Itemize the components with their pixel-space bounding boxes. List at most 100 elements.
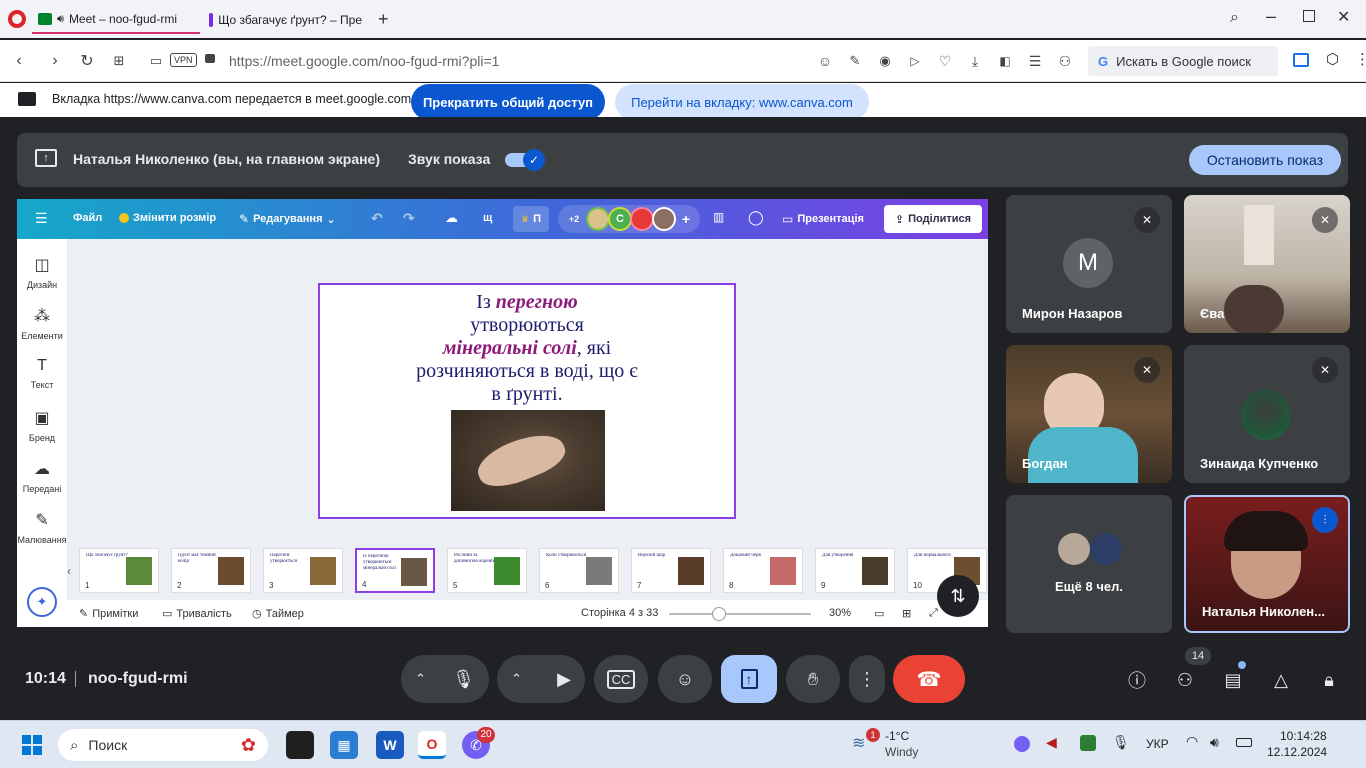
canva-edit-button[interactable]: ✎ Редагування ⌄ bbox=[239, 212, 336, 226]
present-now-button[interactable]: ↑ bbox=[721, 655, 777, 703]
volume-red-icon[interactable]: ◀ bbox=[1046, 734, 1057, 751]
share-button[interactable]: ⇪ Поділитися bbox=[884, 205, 982, 233]
reload-icon[interactable]: ↻ bbox=[76, 50, 98, 72]
camera-video-icon[interactable]: ▶︎ bbox=[557, 669, 571, 690]
people-icon[interactable]: ⚇ bbox=[1172, 667, 1198, 693]
slide-thumbnail[interactable]: Коли створюються 6 bbox=[539, 548, 619, 593]
reactions-button[interactable]: ☺ bbox=[658, 655, 712, 703]
language-indicator[interactable]: УКР bbox=[1146, 737, 1169, 751]
fullscreen-icon[interactable]: ⤢ bbox=[929, 607, 938, 620]
collaborators-group[interactable]: +2 C + bbox=[558, 205, 700, 233]
more-options-button[interactable]: ⋮ bbox=[849, 655, 885, 703]
sidebar-item-design[interactable]: ◫ Дизайн bbox=[17, 255, 67, 290]
canva-pro-button[interactable]: ♛ П bbox=[513, 206, 549, 232]
close-window-button[interactable]: ✕ bbox=[1337, 7, 1350, 27]
profile-icon[interactable]: ⚇ bbox=[1054, 50, 1076, 72]
go-to-tab-button[interactable]: Перейти на вкладку: www.canva.com bbox=[615, 84, 869, 120]
video-options-button[interactable]: ⌃ ▶︎ bbox=[497, 655, 585, 703]
restore-button[interactable] bbox=[1303, 10, 1315, 22]
cloud-sync-icon[interactable]: ☁ bbox=[445, 210, 458, 226]
present-button[interactable]: ▭ Презентація bbox=[782, 212, 864, 226]
sidebar-item-brand[interactable]: ▣ Бренд bbox=[17, 408, 67, 443]
slide-thumbnail[interactable]: Перегній утворюється 3 bbox=[263, 548, 343, 593]
slide-thumbnail[interactable]: Рослини за допомогою коренів 5 bbox=[447, 548, 527, 593]
sidebar-item-elements[interactable]: ⁂ Елементи bbox=[17, 306, 67, 341]
windows-start-icon[interactable] bbox=[22, 735, 42, 755]
captions-button[interactable]: CC bbox=[594, 655, 648, 703]
notes-button[interactable]: ✎ Примітки bbox=[79, 607, 138, 621]
participant-tile[interactable]: ✕ Богдан bbox=[1006, 345, 1172, 483]
battery-icon[interactable] bbox=[1236, 738, 1252, 747]
url-field[interactable]: https://meet.google.com/noo-fgud-rmi?pli… bbox=[229, 53, 499, 69]
lock-icon[interactable] bbox=[205, 54, 215, 63]
camera-icon[interactable]: ▭ bbox=[145, 50, 167, 72]
host-controls-icon[interactable]: 🔒︎ bbox=[1316, 667, 1342, 693]
battery-saver-icon[interactable]: ◧ bbox=[994, 50, 1016, 72]
defender-icon[interactable] bbox=[1080, 735, 1096, 751]
sidebar-item-text[interactable]: T Текст bbox=[17, 357, 67, 390]
page-view-icon[interactable]: ▭ bbox=[874, 607, 884, 620]
canva-resize-button[interactable]: Змінити розмір bbox=[119, 212, 216, 224]
taskbar-search[interactable]: ⌕ Поиск ✿ bbox=[58, 729, 268, 761]
zoom-slider[interactable] bbox=[669, 607, 811, 621]
send-icon[interactable]: ▷ bbox=[904, 50, 926, 72]
slide-thumbnail[interactable]: Ґрунт має темний колір 2 bbox=[171, 548, 251, 593]
minimize-button[interactable]: – bbox=[1266, 6, 1276, 27]
presentation-sound-toggle[interactable]: ✓ bbox=[505, 149, 545, 171]
sidebar-item-draw[interactable]: ✎ Малювання bbox=[17, 510, 67, 545]
canva-menu-icon[interactable]: ☰ bbox=[35, 210, 48, 227]
search-tabs-icon[interactable]: ⌕ bbox=[1230, 9, 1239, 27]
scroll-left-icon[interactable]: ‹ bbox=[67, 564, 71, 578]
undo-icon[interactable]: ↶ bbox=[371, 210, 383, 227]
insights-icon[interactable]: ▥ bbox=[713, 210, 724, 224]
back-icon[interactable]: ‹ bbox=[8, 50, 30, 72]
word-icon[interactable]: W bbox=[376, 731, 404, 759]
activities-icon[interactable]: △ bbox=[1268, 667, 1294, 693]
forward-icon[interactable]: › bbox=[44, 50, 66, 72]
sidebar-item-uploads[interactable]: ☁ Передані bbox=[17, 459, 67, 494]
menu-dots-icon[interactable]: ⋮ bbox=[1355, 50, 1366, 68]
new-tab-button[interactable]: + bbox=[378, 9, 389, 30]
audio-options-button[interactable]: ⌃ 🎙︎ bbox=[401, 655, 489, 703]
stop-sharing-button[interactable]: Прекратить общий доступ bbox=[411, 84, 605, 120]
slide-thumbnail[interactable]: Що збагачує ґрунт? 1 bbox=[79, 548, 159, 593]
extensions-icon[interactable] bbox=[1293, 53, 1309, 67]
tab-canva[interactable]: Що збагачує ґрунт? – Пре bbox=[203, 6, 368, 34]
emoji-icon[interactable]: ☺ bbox=[814, 50, 836, 72]
speaker-icon[interactable]: 🔊︎ bbox=[57, 13, 64, 26]
cube-icon[interactable]: ⬡ bbox=[1326, 50, 1339, 68]
participant-tile-self[interactable]: ⫶ Наталья Николен... bbox=[1184, 495, 1350, 633]
vpn-badge[interactable]: VPN bbox=[170, 53, 197, 67]
snapshot-icon[interactable]: ◉ bbox=[874, 50, 896, 72]
clock-date[interactable]: 12.12.2024 bbox=[1267, 745, 1327, 759]
comment-icon[interactable]: ◯ bbox=[748, 209, 764, 226]
heart-icon[interactable]: ♡ bbox=[934, 50, 956, 72]
participant-tile[interactable]: ✕ Єва bbox=[1184, 195, 1350, 333]
current-slide[interactable]: Із перегною утворюються мінеральні солі,… bbox=[318, 283, 736, 519]
download-icon[interactable]: ⤓ bbox=[964, 50, 986, 72]
grid-icon[interactable]: ⊞ bbox=[108, 50, 130, 72]
clock-time[interactable]: 10:14:28 bbox=[1280, 729, 1327, 743]
duration-button[interactable]: ▭ Тривалість bbox=[162, 607, 232, 621]
participant-tile[interactable]: M ✕ Мирон Назаров bbox=[1006, 195, 1172, 333]
meeting-info-icon[interactable]: ⓘ bbox=[1124, 667, 1150, 693]
google-search-input[interactable]: G Искать в Google поиск bbox=[1088, 46, 1278, 76]
swap-layout-button[interactable]: ⇅ bbox=[937, 575, 979, 617]
wifi-icon[interactable]: ◠ bbox=[1186, 733, 1198, 750]
zoom-value[interactable]: 30% bbox=[829, 607, 851, 619]
store-icon[interactable]: ▦ bbox=[330, 731, 358, 759]
edit-icon[interactable]: ✎ bbox=[844, 50, 866, 72]
speaker-tray-icon[interactable]: 🔊︎ bbox=[1210, 734, 1219, 751]
grid-view-icon[interactable]: ⊞ bbox=[902, 607, 911, 620]
slide-thumbnail[interactable]: Верхній шар 7 bbox=[631, 548, 711, 593]
task-view-icon[interactable] bbox=[286, 731, 314, 759]
viber-tray-icon[interactable] bbox=[1014, 736, 1030, 752]
microphone-icon[interactable]: 🎙︎ bbox=[452, 669, 475, 690]
raise-hand-button[interactable]: ✋︎ bbox=[786, 655, 840, 703]
opera-taskbar-icon[interactable]: O bbox=[418, 731, 446, 759]
participant-tile[interactable]: ✕ Зинаида Купченко bbox=[1184, 345, 1350, 483]
magic-assistant-icon[interactable]: ✦ bbox=[27, 587, 57, 617]
zoom-slider-knob[interactable] bbox=[711, 607, 726, 621]
leave-call-button[interactable]: ☎︎ bbox=[893, 655, 965, 703]
timer-button[interactable]: ◷ Таймер bbox=[252, 607, 304, 621]
